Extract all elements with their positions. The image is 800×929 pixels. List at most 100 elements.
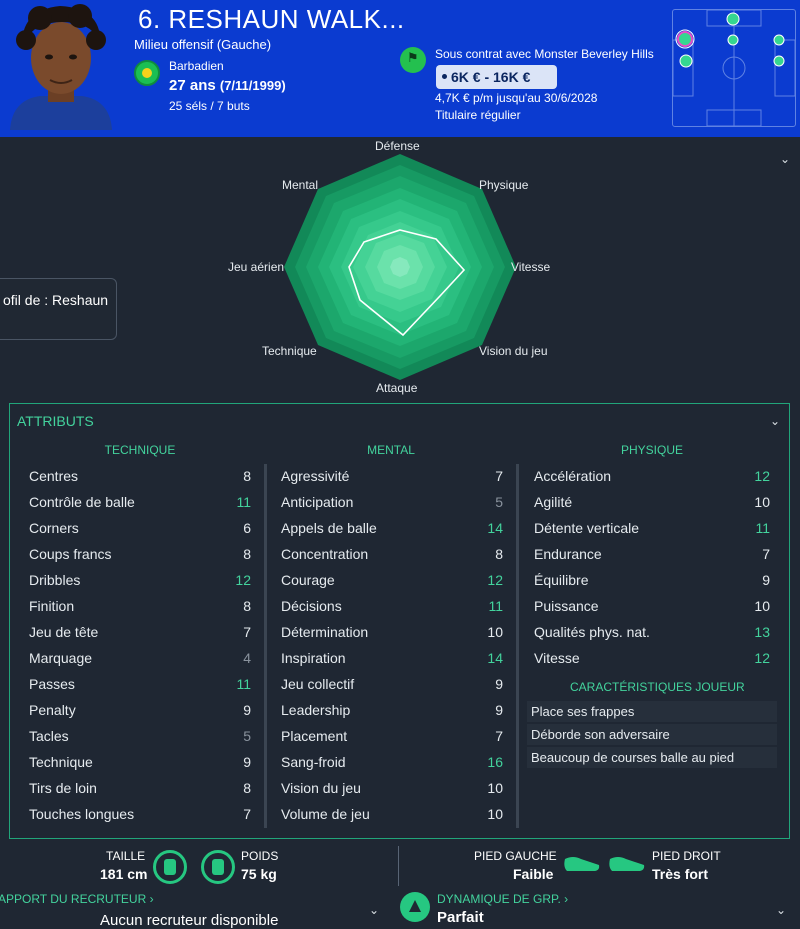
attribute-label: Tirs de loin <box>29 780 97 796</box>
wage-pill-dot-icon <box>442 74 447 79</box>
player-avatar <box>0 0 122 130</box>
weight-icon <box>201 850 235 884</box>
attribute-row[interactable]: Marquage 4 <box>29 646 251 670</box>
dynamics-link[interactable]: DYNAMIQUE DE GRP. › <box>437 892 568 906</box>
attribute-value: 9 <box>495 676 503 692</box>
attribute-row[interactable]: Technique 9 <box>29 750 251 774</box>
attribute-row[interactable]: Appels de balle 14 <box>281 516 503 540</box>
attribute-value: 7 <box>243 806 251 822</box>
attribute-value: 11 <box>488 598 503 614</box>
attribute-row[interactable]: Courage 12 <box>281 568 503 592</box>
attribute-row[interactable]: Tirs de loin 8 <box>29 776 251 800</box>
attribute-label: Détermination <box>281 624 369 640</box>
attribute-label: Agressivité <box>281 468 350 484</box>
player-profile-label: ofil de : Reshaun <box>3 292 109 308</box>
player-caps: 25 séls / 7 buts <box>169 99 250 113</box>
attribute-row[interactable]: Tacles 5 <box>29 724 251 748</box>
attribute-label: Agilité <box>534 494 573 510</box>
attribute-row[interactable]: Sang-froid 16 <box>281 750 503 774</box>
left-foot-label: PIED GAUCHE <box>474 849 557 863</box>
scout-report-text: Aucun recruteur disponible <box>100 912 279 929</box>
attribute-radar-chart: Défense Physique Vitesse Vision du jeu A… <box>210 136 590 398</box>
wage-detail: 4,7K € p/m jusqu'au 30/6/2028 <box>435 91 598 105</box>
height-label: TAILLE <box>106 849 146 863</box>
attribute-label: Détente verticale <box>534 520 640 536</box>
attribute-row[interactable]: Corners 6 <box>29 516 251 540</box>
height-value: 181 cm <box>100 866 148 882</box>
attribute-row[interactable]: Touches longues 7 <box>29 802 251 826</box>
attribute-row[interactable]: Qualités phys. nat. 13 <box>534 620 770 644</box>
attribute-row[interactable]: Leadership 9 <box>281 698 503 722</box>
attribute-label: Puissance <box>534 598 599 614</box>
attribute-row[interactable]: Vitesse 12 <box>534 646 770 670</box>
attribute-row[interactable]: Anticipation 5 <box>281 490 503 514</box>
attribute-row[interactable]: Jeu collectif 9 <box>281 672 503 696</box>
attribute-row[interactable]: Penalty 9 <box>29 698 251 722</box>
wage-range-value: 6K € - 16K € <box>451 69 531 85</box>
attribute-value: 10 <box>487 624 503 640</box>
attribute-label: Jeu de tête <box>29 624 99 640</box>
attribute-value: 9 <box>495 702 503 718</box>
player-position: Milieu offensif (Gauche) <box>134 37 272 52</box>
attribute-row[interactable]: Volume de jeu 10 <box>281 802 503 826</box>
attribute-row[interactable]: Inspiration 14 <box>281 646 503 670</box>
attribute-value: 11 <box>236 494 251 510</box>
attribute-row[interactable]: Décisions 11 <box>281 594 503 618</box>
scout-report-link[interactable]: APPORT DU RECRUTEUR › <box>0 892 154 906</box>
left-foot-value: Faible <box>513 866 554 882</box>
attribute-value: 6 <box>243 520 251 536</box>
physique-column-title: PHYSIQUE <box>620 443 683 457</box>
attribute-label: Technique <box>29 754 93 770</box>
attribute-label: Leadership <box>281 702 351 718</box>
attribute-row[interactable]: Puissance 10 <box>534 594 770 618</box>
column-divider <box>264 464 267 828</box>
club-badge-icon[interactable] <box>400 47 426 73</box>
attribute-row[interactable]: Accélération 12 <box>534 464 770 488</box>
right-boot-icon <box>608 853 646 879</box>
chevron-down-icon[interactable]: ⌄ <box>780 152 790 166</box>
chevron-down-icon[interactable]: ⌄ <box>776 903 786 917</box>
wage-range-pill[interactable]: 6K € - 16K € <box>436 65 557 89</box>
chevron-down-icon[interactable]: ⌄ <box>770 414 780 428</box>
position-pitch-map[interactable] <box>672 9 796 127</box>
attribute-row[interactable]: Centres 8 <box>29 464 251 488</box>
attribute-label: Sang-froid <box>281 754 346 770</box>
attribute-label: Inspiration <box>281 650 346 666</box>
attribute-value: 8 <box>243 780 251 796</box>
attribute-value: 12 <box>235 572 251 588</box>
player-profile-card[interactable]: ofil de : Reshaun <box>0 278 117 340</box>
weight-label: POIDS <box>241 849 279 863</box>
attribute-row[interactable]: Détermination 10 <box>281 620 503 644</box>
attribute-value: 8 <box>495 546 503 562</box>
attribute-row[interactable]: Finition 8 <box>29 594 251 618</box>
attribute-row[interactable]: Détente verticale 11 <box>534 516 770 540</box>
nationality-flag-icon <box>134 60 160 86</box>
attribute-row[interactable]: Agressivité 7 <box>281 464 503 488</box>
attribute-row[interactable]: Vision du jeu 10 <box>281 776 503 800</box>
attribute-row[interactable]: Agilité 10 <box>534 490 770 514</box>
attribute-label: Concentration <box>281 546 369 562</box>
attribute-value: 11 <box>755 520 770 536</box>
attribute-row[interactable]: Coups francs 8 <box>29 542 251 566</box>
radar-label-attack: Attaque <box>376 381 418 395</box>
attribute-row[interactable]: Contrôle de balle 11 <box>29 490 251 514</box>
attribute-value: 11 <box>236 676 251 692</box>
attribute-value: 12 <box>754 650 770 666</box>
attribute-row[interactable]: Équilibre 9 <box>534 568 770 592</box>
attribute-row[interactable]: Jeu de tête 7 <box>29 620 251 644</box>
attribute-row[interactable]: Placement 7 <box>281 724 503 748</box>
attribute-value: 10 <box>754 494 770 510</box>
contract-club[interactable]: Sous contrat avec Monster Beverley Hills <box>435 47 654 61</box>
attribute-row[interactable]: Concentration 8 <box>281 542 503 566</box>
attribute-value: 8 <box>243 468 251 484</box>
attribute-label: Décisions <box>281 598 342 614</box>
attribute-label: Vitesse <box>534 650 580 666</box>
attribute-label: Placement <box>281 728 348 744</box>
attribute-label: Accélération <box>534 468 612 484</box>
radar-label-technique: Technique <box>262 344 317 358</box>
trait-item: Beaucoup de courses balle au pied <box>527 747 777 768</box>
attribute-row[interactable]: Passes 11 <box>29 672 251 696</box>
chevron-down-icon[interactable]: ⌄ <box>369 903 379 917</box>
attribute-row[interactable]: Dribbles 12 <box>29 568 251 592</box>
attribute-row[interactable]: Endurance 7 <box>534 542 770 566</box>
